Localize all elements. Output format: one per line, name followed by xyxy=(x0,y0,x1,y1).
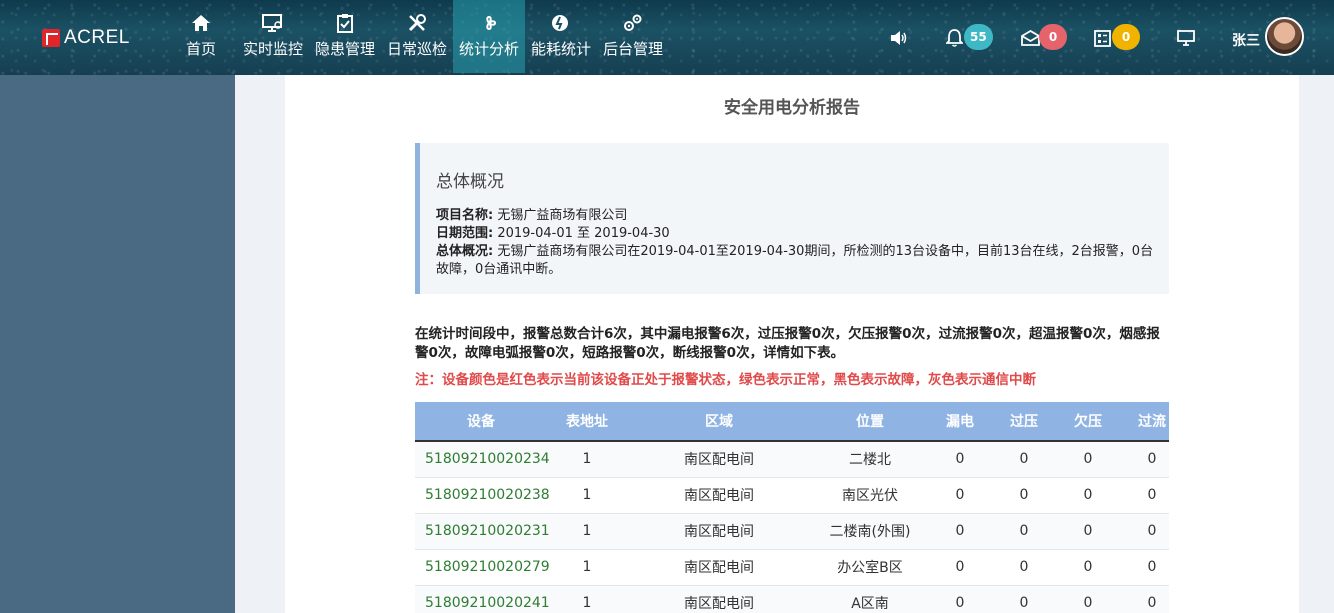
task-list-icon xyxy=(1094,29,1111,47)
user-name[interactable]: 张三 xyxy=(1232,30,1260,50)
task-count-badge: 0 xyxy=(1112,24,1140,50)
speaker-icon xyxy=(890,30,908,46)
mail-icon xyxy=(1021,30,1040,46)
page-title: 安全用电分析报告 xyxy=(724,98,860,118)
sidebar xyxy=(0,75,235,613)
desktop-icon xyxy=(1177,30,1195,46)
address-cell: 1 xyxy=(582,595,592,611)
bell-icon xyxy=(946,29,963,47)
overcurrent-cell: 0 xyxy=(1147,595,1157,611)
leakage-cell: 0 xyxy=(955,487,965,503)
area-cell: 南区配电间 xyxy=(684,560,754,576)
overvoltage-cell: 0 xyxy=(1019,595,1029,611)
table-header-row: 设备 表地址 区域 位置 漏电 过压 欠压 过流 xyxy=(415,402,1169,441)
date-value: 2019-04-01 至 2019-04-30 xyxy=(497,226,670,241)
report-panel: 安全用电分析报告 总体概况 项目名称: 无锡广益商场有限公司 日期范围: 201… xyxy=(285,75,1299,613)
location-cell: 二楼南(外围) xyxy=(829,524,911,540)
address-cell: 1 xyxy=(582,559,592,575)
overview-heading: 总体概况 xyxy=(436,172,504,192)
message-count-badge: 0 xyxy=(1039,24,1067,50)
overcurrent-cell: 0 xyxy=(1147,559,1157,575)
overcurrent-cell: 0 xyxy=(1147,487,1157,503)
color-legend-note: 注：设备颜色是红色表示当前该设备正处于报警状态，绿色表示正常，黑色表示故障，灰色… xyxy=(415,372,1036,388)
leakage-cell: 0 xyxy=(955,595,965,611)
undervoltage-cell: 0 xyxy=(1083,523,1093,539)
location-cell: 二楼北 xyxy=(849,452,891,469)
project-label: 项目名称: xyxy=(436,208,494,223)
device-id-link[interactable]: 51809210020241 xyxy=(415,585,550,613)
overcurrent-cell: 0 xyxy=(1147,523,1157,539)
table-row: 51809210020234 1 南区配电间 二楼北 0 0 0 0 xyxy=(415,441,1169,477)
location-cell: A区南 xyxy=(851,596,889,612)
column-header-device[interactable]: 设备 xyxy=(415,402,547,441)
overview-box: 总体概况 项目名称: 无锡广益商场有限公司 日期范围: 2019-04-01 至… xyxy=(415,143,1169,294)
device-table: 设备 表地址 区域 位置 漏电 过压 欠压 过流 51809210020234 … xyxy=(415,402,1169,613)
date-line: 日期范围: 2019-04-01 至 2019-04-30 xyxy=(436,225,1156,243)
summary-line: 总体概况: 无锡广益商场有限公司在2019-04-01至2019-04-30期间… xyxy=(436,243,1156,279)
summary-label: 总体概况: xyxy=(436,244,494,259)
tasks-button[interactable]: 0 xyxy=(1094,24,1140,50)
table-row: 51809210020238 1 南区配电间 南区光伏 0 0 0 0 xyxy=(415,477,1169,513)
alarm-statistics-text: 在统计时间段中，报警总数合计6次，其中漏电报警6次，过压报警0次，欠压报警0次，… xyxy=(415,326,1160,361)
table-row: 51809210020231 1 南区配电间 二楼南(外围) 0 0 0 0 xyxy=(415,513,1169,549)
overview-details: 项目名称: 无锡广益商场有限公司 日期范围: 2019-04-01 至 2019… xyxy=(436,207,1156,279)
area-cell: 南区配电间 xyxy=(684,596,754,612)
overvoltage-cell: 0 xyxy=(1019,451,1029,468)
location-cell: 办公室B区 xyxy=(837,560,903,576)
project-value: 无锡广益商场有限公司 xyxy=(497,208,628,223)
notifications-button[interactable]: 55 xyxy=(946,24,993,50)
address-cell: 1 xyxy=(582,451,592,468)
device-table-container: 设备 表地址 区域 位置 漏电 过压 欠压 过流 51809210020234 … xyxy=(415,402,1169,613)
date-label: 日期范围: xyxy=(436,226,494,241)
device-id-link[interactable]: 51809210020279 xyxy=(415,549,550,585)
column-header-address[interactable]: 表地址 xyxy=(547,402,627,441)
overvoltage-cell: 0 xyxy=(1019,559,1029,575)
area-cell: 南区配电间 xyxy=(684,452,754,469)
leakage-cell: 0 xyxy=(955,523,965,539)
project-line: 项目名称: 无锡广益商场有限公司 xyxy=(436,207,1156,225)
column-header-overvoltage[interactable]: 过压 xyxy=(991,402,1057,441)
table-row: 51809210020241 1 南区配电间 A区南 0 0 0 0 xyxy=(415,585,1169,613)
address-cell: 1 xyxy=(582,523,592,539)
location-cell: 南区光伏 xyxy=(842,488,898,504)
device-id-link[interactable]: 51809210020238 xyxy=(415,477,550,513)
leakage-cell: 0 xyxy=(955,559,965,575)
overcurrent-cell: 0 xyxy=(1147,451,1157,468)
area-cell: 南区配电间 xyxy=(684,524,754,540)
device-id-link[interactable]: 51809210020231 xyxy=(415,513,550,549)
area-cell: 南区配电间 xyxy=(684,488,754,504)
overvoltage-cell: 0 xyxy=(1019,487,1029,503)
sound-button[interactable] xyxy=(890,26,908,50)
undervoltage-cell: 0 xyxy=(1083,451,1093,468)
column-header-location[interactable]: 位置 xyxy=(811,402,929,441)
table-row: 51809210020279 1 南区配电间 办公室B区 0 0 0 0 xyxy=(415,549,1169,585)
undervoltage-cell: 0 xyxy=(1083,559,1093,575)
column-header-overcurrent[interactable]: 过流 xyxy=(1119,402,1169,441)
header-tools: 55 0 0 张三 xyxy=(0,0,1334,75)
undervoltage-cell: 0 xyxy=(1083,595,1093,611)
device-id-link[interactable]: 51809210020234 xyxy=(415,441,550,477)
fullscreen-button[interactable] xyxy=(1177,26,1195,50)
top-navigation-bar: ACREL 首页 实时监控 隐患管理 日常巡检 统计分析 能耗统计 后台管理 5… xyxy=(0,0,1334,75)
column-header-undervoltage[interactable]: 欠压 xyxy=(1057,402,1119,441)
column-header-area[interactable]: 区域 xyxy=(627,402,811,441)
overvoltage-cell: 0 xyxy=(1019,523,1029,539)
address-cell: 1 xyxy=(582,487,592,503)
avatar[interactable] xyxy=(1265,17,1304,56)
messages-button[interactable]: 0 xyxy=(1021,24,1067,50)
leakage-cell: 0 xyxy=(955,451,965,468)
column-header-leakage[interactable]: 漏电 xyxy=(929,402,991,441)
notification-count-badge: 55 xyxy=(964,24,993,50)
undervoltage-cell: 0 xyxy=(1083,487,1093,503)
summary-value: 无锡广益商场有限公司在2019-04-01至2019-04-30期间，所检测的1… xyxy=(436,244,1154,277)
